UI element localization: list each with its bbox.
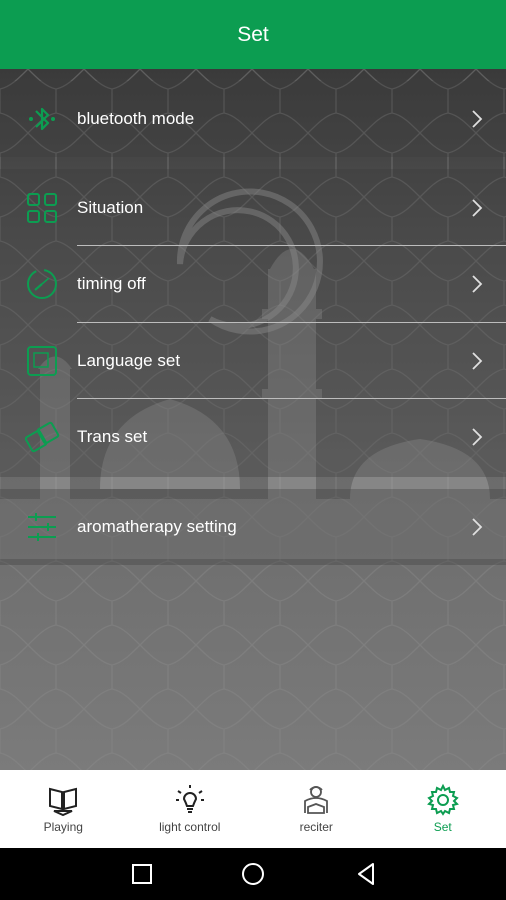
settings-row-label: Situation bbox=[77, 198, 144, 217]
settings-row-bluetooth-mode[interactable]: bluetooth mode bbox=[0, 81, 506, 157]
light-bulb-icon bbox=[172, 782, 208, 818]
settings-row-label: Trans set bbox=[77, 427, 148, 446]
settings-row-language-set[interactable]: Language set bbox=[0, 323, 506, 399]
settings-row-trans-set[interactable]: Trans set bbox=[0, 399, 506, 475]
settings-row-aromatherapy-setting[interactable]: aromatherapy setting bbox=[0, 489, 506, 565]
reciter-icon bbox=[298, 782, 334, 818]
settings-row-label: bluetooth mode bbox=[77, 109, 195, 128]
tab-reciter[interactable]: reciter bbox=[253, 770, 380, 848]
settings-row-situation[interactable]: Situation bbox=[0, 170, 506, 246]
gear-icon bbox=[425, 782, 461, 818]
tab-label: reciter bbox=[299, 820, 333, 834]
page-title: Set bbox=[237, 22, 269, 46]
grid-icon bbox=[24, 190, 60, 226]
chevron-right-icon bbox=[472, 199, 483, 217]
chevron-right-icon bbox=[472, 110, 483, 128]
recent-apps-icon[interactable] bbox=[130, 862, 154, 886]
chevron-right-icon bbox=[472, 275, 483, 293]
sliders-icon bbox=[24, 509, 60, 545]
transfer-icon bbox=[24, 419, 60, 455]
language-icon bbox=[24, 343, 60, 379]
settings-row-timing-off[interactable]: timing off bbox=[0, 246, 506, 322]
home-icon[interactable] bbox=[241, 862, 265, 886]
chevron-right-icon bbox=[472, 352, 483, 370]
settings-content[interactable]: bluetooth mode Situation timing off Lang… bbox=[0, 69, 506, 770]
tab-playing[interactable]: Playing bbox=[0, 770, 127, 848]
bluetooth-icon bbox=[24, 101, 60, 137]
android-nav-bar bbox=[0, 848, 506, 900]
back-icon[interactable] bbox=[354, 862, 378, 886]
settings-row-label: Language set bbox=[77, 351, 181, 370]
tab-label: light control bbox=[159, 820, 221, 834]
chevron-right-icon bbox=[472, 428, 483, 446]
tab-light-control[interactable]: light control bbox=[127, 770, 254, 848]
settings-row-label: aromatherapy setting bbox=[77, 517, 237, 536]
bottom-tab-bar: Playing light control reciter Set bbox=[0, 770, 506, 848]
tab-label: Set bbox=[433, 820, 452, 834]
tab-label: Playing bbox=[43, 820, 83, 834]
tab-set[interactable]: Set bbox=[380, 770, 506, 848]
chevron-right-icon bbox=[472, 518, 483, 536]
timer-icon bbox=[24, 266, 60, 302]
app-header: Set bbox=[0, 0, 506, 69]
quran-book-icon bbox=[45, 782, 81, 818]
settings-row-label: timing off bbox=[77, 274, 146, 293]
